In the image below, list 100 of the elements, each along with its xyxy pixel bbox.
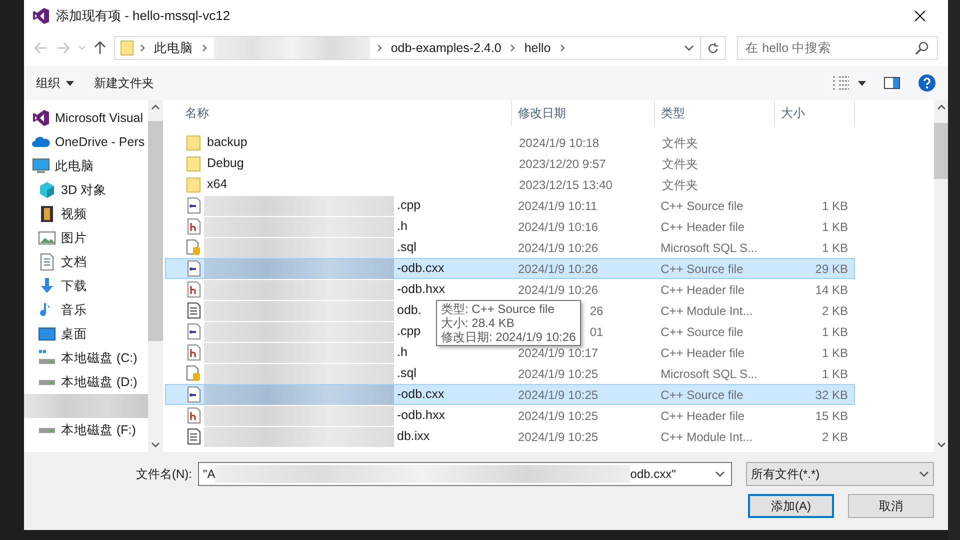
preview-pane-icon[interactable] — [884, 77, 900, 89]
scroll-up-icon[interactable] — [936, 104, 946, 110]
chevron-down-icon — [919, 471, 929, 477]
sidebar-item[interactable]: 音乐 — [24, 298, 148, 322]
scroll-down-icon[interactable] — [936, 442, 946, 448]
sidebar-item[interactable]: 本地磁盘 (C:) — [24, 346, 148, 370]
new-folder-button[interactable]: 新建文件夹 — [84, 70, 164, 96]
text-file-icon — [186, 302, 201, 319]
breadcrumb-item[interactable]: hello — [516, 38, 559, 58]
sidebar-item[interactable]: 3D 对象 — [24, 178, 148, 202]
image-icon — [38, 229, 56, 247]
date-cell-text: 2024/1/9 10:11 — [518, 198, 598, 214]
sidebar-item[interactable]: 图片 — [24, 226, 148, 250]
tooltip-line: 类型: C++ Source file — [441, 302, 556, 316]
file-name: odb. — [397, 302, 422, 320]
help-icon[interactable] — [918, 74, 936, 92]
size-cell-text: 1 KB — [820, 240, 849, 256]
file-name: .sql — [397, 239, 416, 256]
header-file-icon — [186, 281, 201, 298]
scrollbar[interactable] — [148, 100, 163, 452]
scrollbar[interactable] — [934, 100, 948, 452]
type-cell-text: Microsoft SQL S... — [660, 240, 758, 256]
download-arrow-icon — [38, 277, 56, 295]
size-cell-text: 14 KB — [814, 282, 849, 298]
computer-icon — [32, 157, 50, 175]
view-options-button[interactable] — [832, 76, 866, 90]
column-header[interactable]: 类型 — [655, 100, 775, 126]
search-field[interactable]: 在 hello 中搜索 — [736, 36, 938, 60]
cpp-file-icon — [186, 386, 201, 403]
file-name: -odb.cxx — [397, 260, 444, 278]
chevron-right-icon — [138, 44, 146, 52]
up-arrow-icon[interactable] — [94, 41, 106, 55]
chevron-down-icon[interactable] — [715, 471, 725, 477]
search-icon — [915, 41, 929, 55]
sidebar-item[interactable]: Microsoft Visual — [24, 106, 148, 130]
sidebar-item[interactable]: 本地磁盘 (D:) — [24, 370, 148, 394]
file-type-dropdown[interactable]: 所有文件(*.*) — [746, 462, 934, 486]
file-name-field[interactable]: "A odb.cxx" — [198, 462, 732, 486]
caret-down-icon — [858, 80, 866, 86]
visual-studio-icon — [32, 109, 50, 127]
selected-file-row[interactable]: -odb.cxx 2024/1/9 10:25 C++ Source file 32 KB — [165, 384, 855, 405]
header-file-icon — [186, 344, 201, 361]
cube-icon — [38, 181, 56, 199]
date-cell-text: 01 — [590, 324, 604, 340]
organize-menu-button[interactable]: 组织 — [26, 70, 84, 96]
size-cell-text: 15 KB — [814, 408, 849, 424]
folder-icon — [186, 155, 201, 172]
file-name: -odb.cxx — [397, 386, 444, 404]
type-cell-text: 文件夹 — [661, 134, 699, 152]
scroll-up-icon[interactable] — [151, 104, 160, 110]
cpp-file-icon — [186, 197, 201, 214]
file-name: db.ixx — [397, 428, 430, 446]
sidebar-item[interactable]: 文档 — [24, 250, 148, 274]
date-cell-text: 2024/1/9 10:25 — [518, 408, 598, 424]
database-file-icon — [186, 239, 201, 256]
scroll-down-icon[interactable] — [151, 442, 160, 448]
type-cell-text: Microsoft SQL S... — [660, 366, 758, 382]
date-cell-text: 2024/1/9 10:18 — [519, 134, 600, 152]
scrollbar-thumb[interactable] — [148, 121, 163, 341]
sidebar-item[interactable]: 本地磁盘 (F:) — [24, 418, 148, 442]
size-cell-text: 1 KB — [820, 198, 849, 214]
address-bar[interactable]: 此电脑 odb-examples-2.4.0 hello — [114, 36, 726, 60]
chevron-right-icon — [200, 44, 208, 52]
add-button[interactable]: 添加(A) — [748, 494, 834, 518]
type-cell-text: C++ Source file — [660, 386, 744, 404]
date-cell-text: 2024/1/9 10:17 — [518, 344, 598, 362]
refresh-icon[interactable] — [706, 42, 719, 54]
sidebar-item[interactable]: 视频 — [24, 202, 148, 226]
tooltip-line: 大小: 28.4 KB — [441, 316, 516, 330]
type-cell-text: C++ Module Int... — [660, 428, 754, 446]
breadcrumb-item[interactable]: odb-examples-2.4.0 — [382, 38, 510, 58]
document-icon — [38, 253, 56, 271]
column-header[interactable]: 名称 — [165, 100, 512, 126]
sidebar-item[interactable]: 此电脑 — [24, 154, 148, 178]
type-cell-text: C++ Header file — [660, 408, 746, 424]
scrollbar-thumb[interactable] — [934, 123, 948, 179]
sidebar-item[interactable]: OneDrive - Pers — [24, 130, 148, 154]
breadcrumb-item[interactable]: 此电脑 — [146, 38, 201, 58]
sidebar-item[interactable]: 桌面 — [24, 322, 148, 346]
file-name: .cpp — [397, 197, 421, 214]
type-cell-text: C++ Source file — [660, 198, 744, 214]
details-view-icon — [832, 76, 850, 90]
type-cell-text: C++ Source file — [660, 324, 744, 340]
chevron-right-icon — [509, 44, 516, 52]
file-name: .h — [397, 218, 408, 236]
drive-icon — [38, 426, 56, 434]
size-cell-text: 2 KB — [820, 428, 849, 446]
date-cell-text: 2024/1/9 10:16 — [518, 218, 598, 236]
cancel-button[interactable]: 取消 — [848, 494, 934, 518]
chevron-down-icon[interactable] — [684, 44, 694, 52]
column-header[interactable]: 修改日期 — [512, 100, 655, 126]
sidebar-item[interactable]: 下载 — [24, 274, 148, 298]
type-cell-text: C++ Header file — [660, 218, 746, 236]
size-cell-text: 32 KB — [814, 386, 849, 404]
desktop-icon — [38, 325, 56, 343]
column-header[interactable]: 大小 — [775, 100, 855, 126]
date-cell-text: 2024/1/9 10:25 — [518, 386, 598, 404]
size-cell-text: 1 KB — [820, 344, 849, 362]
date-cell-text: 2023/12/15 13:40 — [519, 176, 612, 194]
selected-file-row[interactable]: -odb.cxx 2024/1/9 10:26 C++ Source file 29 KB — [165, 258, 855, 279]
